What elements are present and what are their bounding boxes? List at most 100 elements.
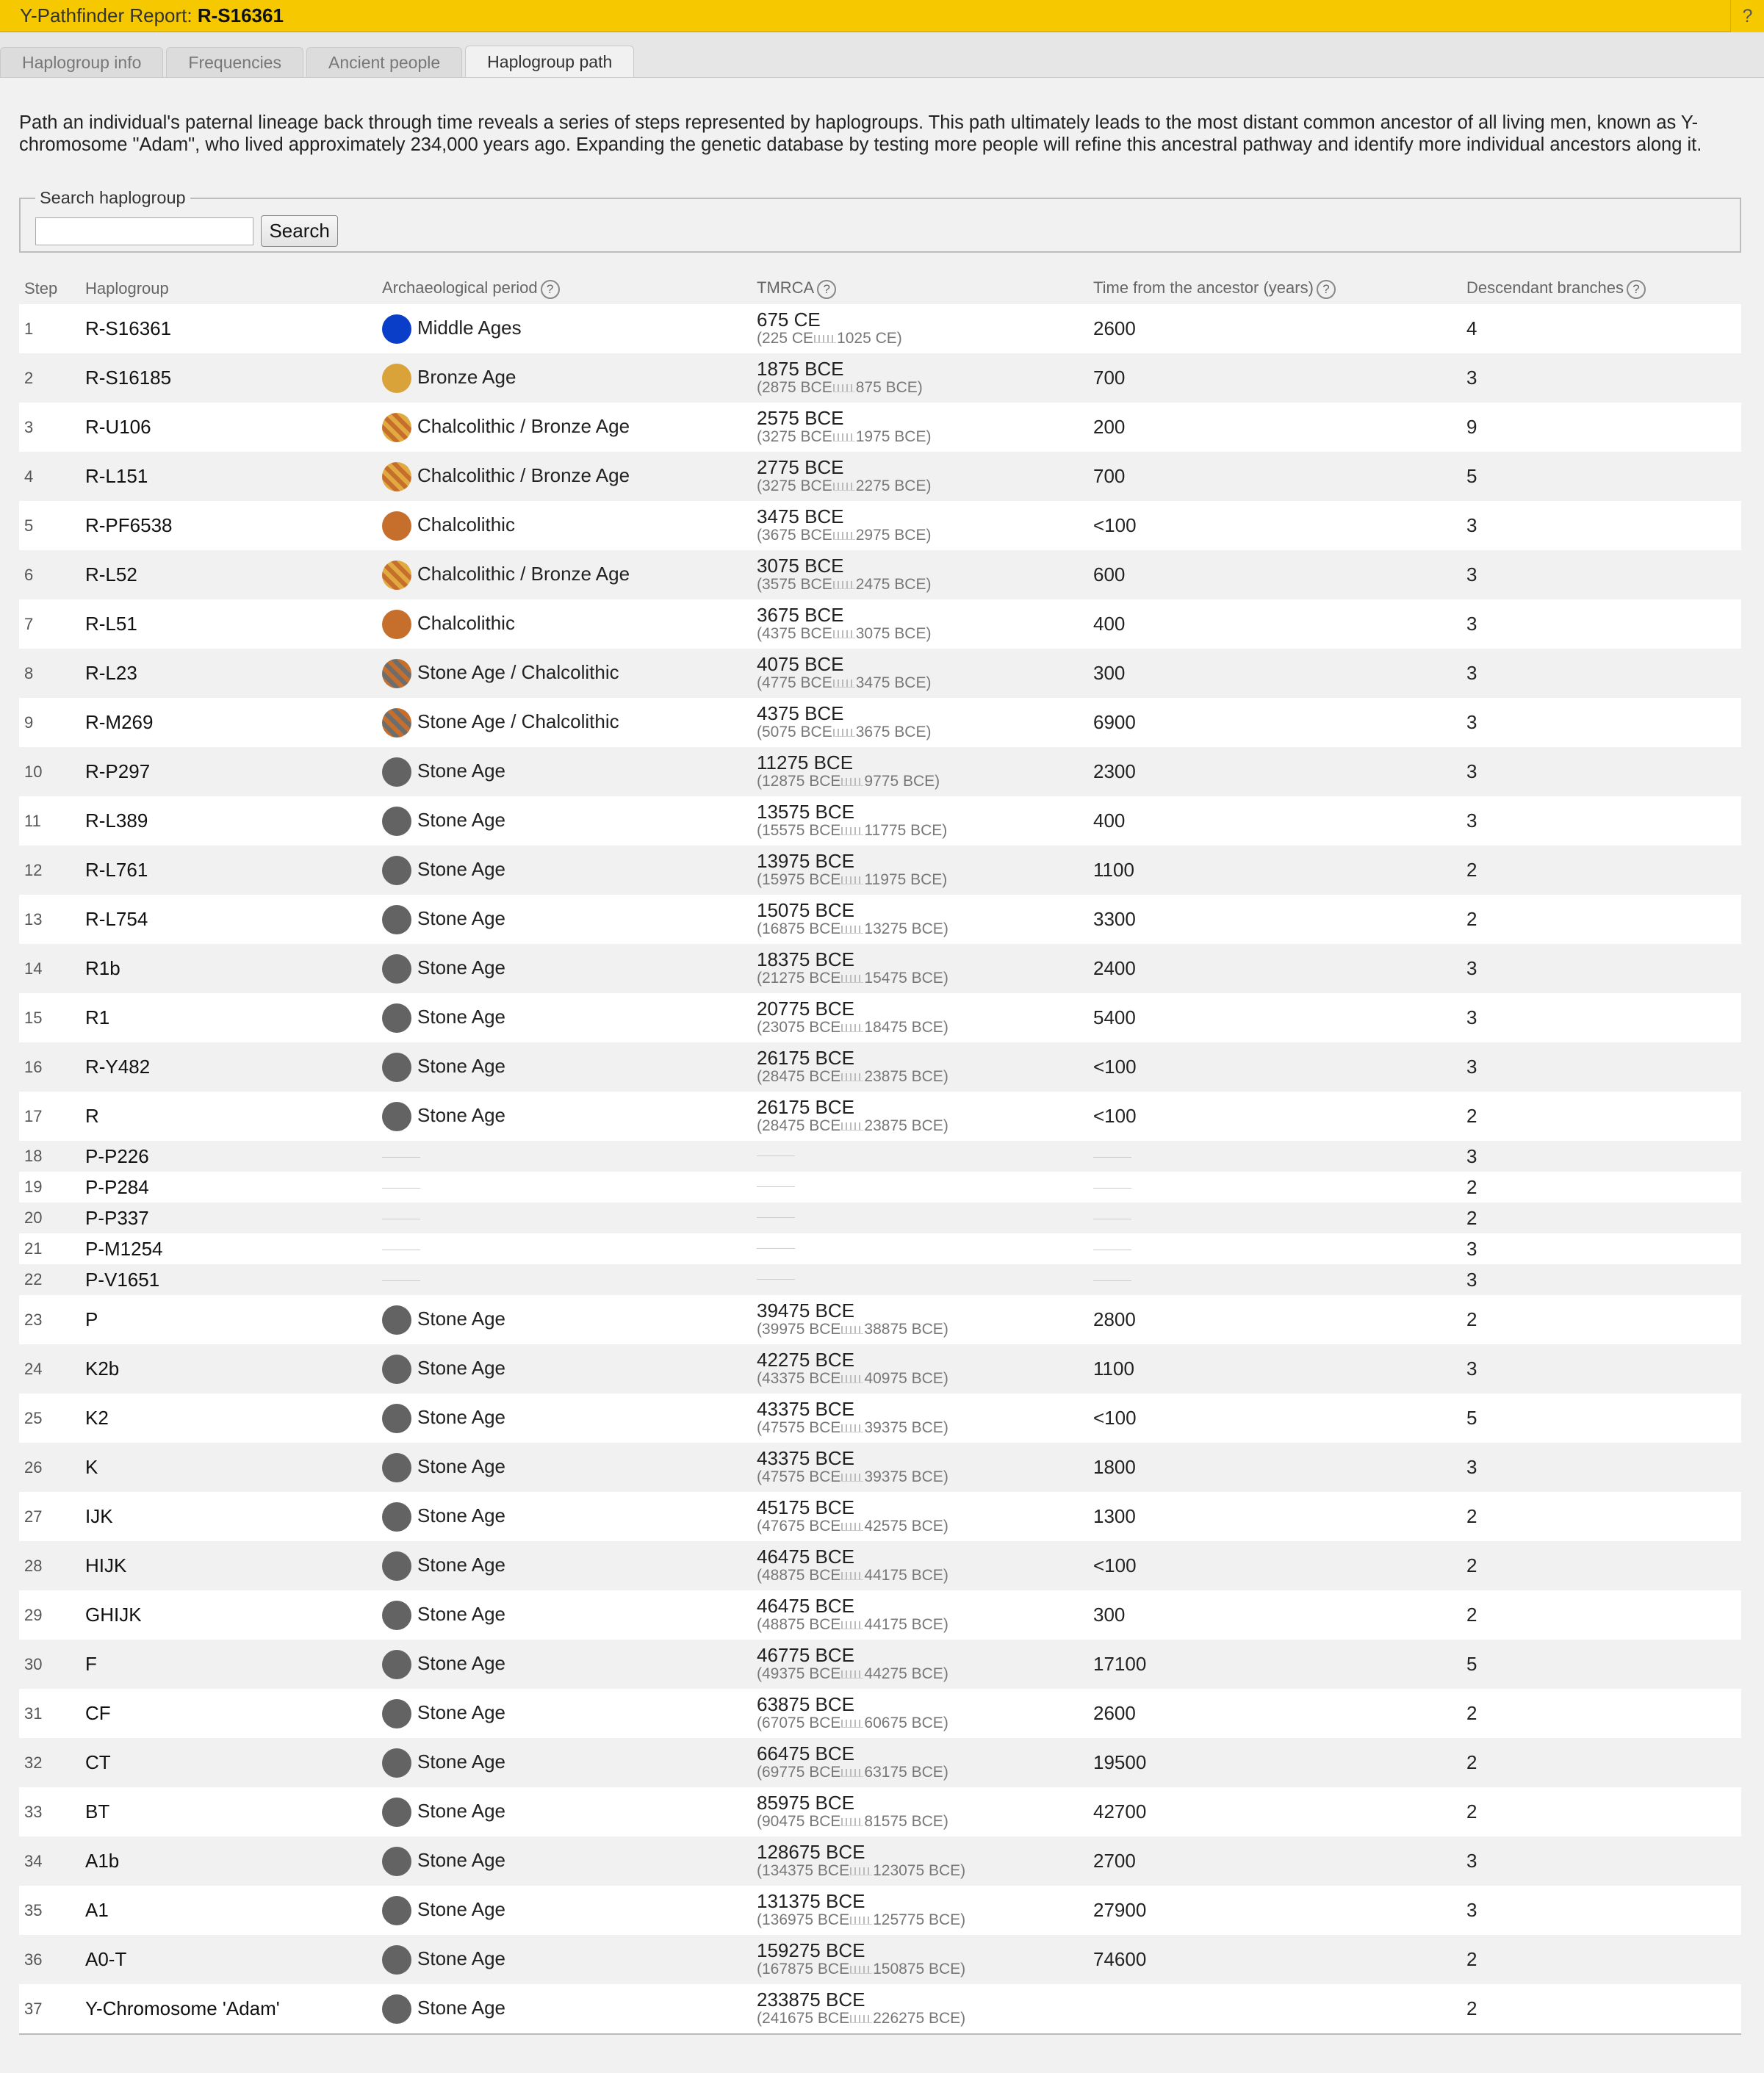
haplogroup-name[interactable]: CT xyxy=(80,1738,377,1787)
period-icon xyxy=(382,855,411,885)
haplogroup-name[interactable]: CF xyxy=(80,1689,377,1738)
haplogroup-name[interactable]: R1 xyxy=(80,993,377,1042)
haplogroup-name[interactable]: P-V1651 xyxy=(80,1264,377,1295)
table-row[interactable]: 25 K2 Stone Age 43375 BCE (47575 BCE 39375 BC… xyxy=(19,1394,1741,1443)
table-row[interactable]: 11 R-L389 Stone Age 13575 BCE (15575 BCE 1177… xyxy=(19,796,1741,846)
haplogroup-name[interactable]: R-L151 xyxy=(80,452,377,501)
table-row[interactable]: 33 BT Stone Age 85975 BCE (90475 BCE 81575 BC… xyxy=(19,1787,1741,1836)
table-row[interactable]: 19 P-P284 2 xyxy=(19,1172,1741,1203)
haplogroup-name[interactable]: Y-Chromosome 'Adam' xyxy=(80,1984,377,2034)
tmrca-cell: 13975 BCE (15975 BCE 11975 BCE) xyxy=(752,846,1088,895)
years-help-icon[interactable]: ? xyxy=(1316,279,1336,299)
table-row[interactable]: 30 F Stone Age 46775 BCE (49375 BCE 44275 BCE… xyxy=(19,1640,1741,1689)
table-row[interactable]: 21 P-M1254 3 xyxy=(19,1233,1741,1264)
table-row[interactable]: 24 K2b Stone Age 42275 BCE (43375 BCE 40975 B… xyxy=(19,1344,1741,1394)
range-scale-icon xyxy=(832,531,855,540)
table-row[interactable]: 20 P-P337 2 xyxy=(19,1203,1741,1233)
haplogroup-name[interactable]: R-Y482 xyxy=(80,1042,377,1092)
table-row[interactable]: 4 R-L151 Chalcolithic / Bronze Age 2775 BCE… xyxy=(19,452,1741,501)
haplogroup-name[interactable]: R xyxy=(80,1092,377,1141)
search-button[interactable]: Search xyxy=(261,215,338,247)
table-row[interactable]: 32 CT Stone Age 66475 BCE (69775 BCE 63175 BC… xyxy=(19,1738,1741,1787)
table-row[interactable]: 27 IJK Stone Age 45175 BCE (47675 BCE 42575 B… xyxy=(19,1492,1741,1541)
haplogroup-name[interactable]: HIJK xyxy=(80,1541,377,1590)
haplogroup-name[interactable]: R-P297 xyxy=(80,747,377,796)
tab-haplogroup-info[interactable]: Haplogroup info xyxy=(0,47,164,77)
table-row[interactable]: 18 P-P226 3 xyxy=(19,1141,1741,1172)
table-row[interactable]: 9 R-M269 Stone Age / Chalcolithic 4375 BCE(… xyxy=(19,698,1741,747)
step-number: 12 xyxy=(24,860,43,879)
haplogroup-name[interactable]: K2 xyxy=(80,1394,377,1443)
haplogroup-name[interactable]: F xyxy=(80,1640,377,1689)
haplogroup-name[interactable]: R1b xyxy=(80,944,377,993)
haplogroup-name[interactable]: R-U106 xyxy=(80,403,377,452)
table-row[interactable]: 2 R-S16185 Bronze Age 1875 BCE (2875 BCE 875 … xyxy=(19,353,1741,403)
haplogroup-name[interactable]: P-P284 xyxy=(80,1172,377,1203)
tmrca-cell: 1875 BCE (2875 BCE 875 BCE) xyxy=(752,353,1088,403)
table-row[interactable]: 17 R Stone Age 26175 BCE (28475 BCE 23875 BCE… xyxy=(19,1092,1741,1141)
haplogroup-name[interactable]: IJK xyxy=(80,1492,377,1541)
table-row[interactable]: 10 R-P297 Stone Age 11275 BCE (12875 BCE 9775… xyxy=(19,747,1741,796)
table-row[interactable]: 14 R1b Stone Age 18375 BCE (21275 BCE 15475 B… xyxy=(19,944,1741,993)
haplogroup-name[interactable]: R-L389 xyxy=(80,796,377,846)
tmrca-value: 3475 BCE xyxy=(757,505,844,527)
haplogroup-name[interactable]: R-L52 xyxy=(80,550,377,599)
tab-haplogroup-path[interactable]: Haplogroup path xyxy=(465,46,635,77)
table-row[interactable]: 1 R-S16361 Middle Ages 675 CE (225 CE 1025 CE… xyxy=(19,304,1741,353)
table-row[interactable]: 8 R-L23 Stone Age / Chalcolithic 4075 BCE (4… xyxy=(19,649,1741,698)
haplogroup-name[interactable]: R-L51 xyxy=(80,599,377,649)
help-button[interactable]: ? xyxy=(1730,0,1764,32)
table-row[interactable]: 5 R-PF6538 Chalcolithic 3475 BCE (3675 BCE 29… xyxy=(19,501,1741,550)
table-row[interactable]: 28 HIJK Stone Age 46475 BCE (48875 BCE 44175 … xyxy=(19,1541,1741,1590)
period-icon xyxy=(382,314,411,344)
table-row[interactable]: 7 R-L51 Chalcolithic 3675 BCE (4375 BCE 3075 … xyxy=(19,599,1741,649)
descendants-help-icon[interactable]: ? xyxy=(1627,279,1646,299)
haplogroup-name[interactable]: P xyxy=(80,1295,377,1344)
table-row[interactable]: 12 R-L761 Stone Age 13975 BCE (15975 BCE 1197… xyxy=(19,846,1741,895)
table-row[interactable]: 15 R1 Stone Age 20775 BCE (23075 BCE 18475 BC… xyxy=(19,993,1741,1042)
haplogroup-path-table: Step Haplogroup Archaeological period? T… xyxy=(19,273,1741,2035)
table-row[interactable]: 35 A1 Stone Age 131375 BCE (136975 BCE 125775… xyxy=(19,1886,1741,1935)
haplogroup-name[interactable]: P-P337 xyxy=(80,1203,377,1233)
table-row[interactable]: 37 Y-Chromosome 'Adam' Stone Age 233875 BCE… xyxy=(19,1984,1741,2034)
haplogroup-name[interactable]: K2b xyxy=(80,1344,377,1394)
table-row[interactable]: 22 P-V1651 3 xyxy=(19,1264,1741,1295)
period-label: Stone Age xyxy=(417,1947,505,1969)
step-number: 13 xyxy=(24,909,43,929)
haplogroup-name[interactable]: R-S16361 xyxy=(80,304,377,353)
haplogroup-name[interactable]: A0-T xyxy=(80,1935,377,1984)
haplogroup-name[interactable]: P-M1254 xyxy=(80,1233,377,1264)
descendant-branches: 2 xyxy=(1466,1997,1477,2019)
tmrca-value: 4375 BCE xyxy=(757,702,844,724)
table-row[interactable]: 31 CF Stone Age 63875 BCE (67075 BCE 60675 BC… xyxy=(19,1689,1741,1738)
table-row[interactable]: 23 P Stone Age 39475 BCE (39975 BCE 38875 BCE… xyxy=(19,1295,1741,1344)
descendant-branches: 3 xyxy=(1466,514,1477,536)
tmrca-help-icon[interactable]: ? xyxy=(817,279,837,299)
haplogroup-name[interactable]: R-L23 xyxy=(80,649,377,698)
haplogroup-name[interactable]: R-L754 xyxy=(80,895,377,944)
table-row[interactable]: 34 A1b Stone Age 128675 BCE (134375 BCE 12307… xyxy=(19,1836,1741,1886)
table-row[interactable]: 26 K Stone Age 43375 BCE (47575 BCE 39375 BCE… xyxy=(19,1443,1741,1492)
table-row[interactable]: 6 R-L52 Chalcolithic / Bronze Age 3075 BCE(… xyxy=(19,550,1741,599)
tab-frequencies[interactable]: Frequencies xyxy=(166,47,303,77)
haplogroup-name[interactable]: R-S16185 xyxy=(80,353,377,403)
haplogroup-name[interactable]: GHIJK xyxy=(80,1590,377,1640)
haplogroup-name[interactable]: BT xyxy=(80,1787,377,1836)
haplogroup-name[interactable]: R-PF6538 xyxy=(80,501,377,550)
table-row[interactable]: 36 A0-T Stone Age 159275 BCE (167875 BCE 1508… xyxy=(19,1935,1741,1984)
period-help-icon[interactable]: ? xyxy=(540,279,560,299)
haplogroup-name[interactable]: R-M269 xyxy=(80,698,377,747)
haplogroup-name[interactable]: A1 xyxy=(80,1886,377,1935)
table-row[interactable]: 16 R-Y482 Stone Age 26175 BCE (28475 BCE 2387… xyxy=(19,1042,1741,1092)
haplogroup-name[interactable]: K xyxy=(80,1443,377,1492)
table-row[interactable]: 29 GHIJK Stone Age 46475 BCE (48875 BCE 44175… xyxy=(19,1590,1741,1640)
step-number: 14 xyxy=(24,959,43,978)
table-row[interactable]: 3 R-U106 Chalcolithic / Bronze Age 2575 BCE… xyxy=(19,403,1741,452)
tab-ancient-people[interactable]: Ancient people xyxy=(306,47,463,77)
haplogroup-name[interactable]: A1b xyxy=(80,1836,377,1886)
haplogroup-name[interactable]: P-P226 xyxy=(80,1141,377,1172)
haplogroup-name[interactable]: R-L761 xyxy=(80,846,377,895)
table-header-row: Step Haplogroup Archaeological period? T… xyxy=(19,273,1741,304)
table-row[interactable]: 13 R-L754 Stone Age 15075 BCE (16875 BCE 1327… xyxy=(19,895,1741,944)
search-input[interactable] xyxy=(35,217,253,245)
